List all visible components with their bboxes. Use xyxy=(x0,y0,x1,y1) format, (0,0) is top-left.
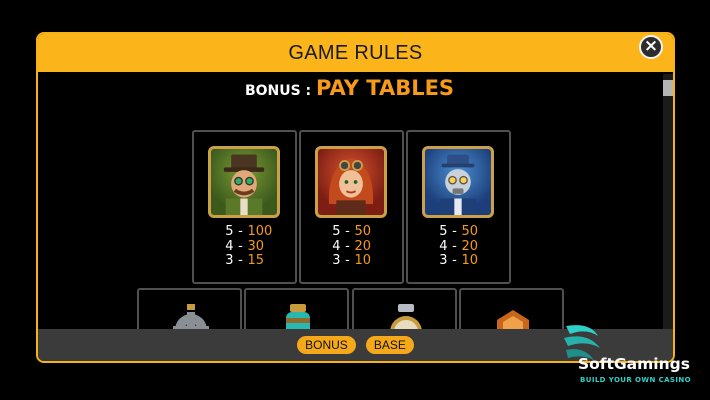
brand-tagline: BUILD YOUR OWN CASINO xyxy=(580,376,691,384)
payout-value: 100 xyxy=(247,224,273,239)
symbol-count: 5 xyxy=(225,224,234,239)
brand-watermark: SoftGamings BUILD YOUR OWN CASINO xyxy=(556,320,706,390)
payout-row: 4-30 xyxy=(194,239,295,254)
payout-value: 20 xyxy=(354,238,372,254)
scrollbar[interactable] xyxy=(663,74,673,329)
section-heading: BONUS : PAY TABLES xyxy=(38,76,661,100)
close-icon[interactable]: × xyxy=(639,35,663,59)
payout-row: 4-20 xyxy=(301,239,402,254)
symbol-count: 3 xyxy=(225,253,234,268)
modal-header: GAME RULES × xyxy=(38,34,673,72)
dash: - xyxy=(345,238,350,254)
payout-list: 5-100 4-30 3-15 xyxy=(194,224,295,268)
paytable-tile-3: 5-50 4-20 3-10 xyxy=(406,130,511,284)
game-rules-modal: GAME RULES × BONUS : PAY TABLES 5-100 4-… xyxy=(36,32,675,363)
dash: - xyxy=(452,253,457,268)
symbol-count: 3 xyxy=(332,253,341,268)
dash: - xyxy=(238,238,243,254)
payout-row: 4-20 xyxy=(408,239,509,254)
dash: - xyxy=(238,224,243,239)
dash: - xyxy=(452,238,457,254)
payout-row: 5-100 xyxy=(194,224,295,239)
payout-row: 5-50 xyxy=(301,224,402,239)
brand-name: SoftGamings xyxy=(578,355,690,373)
payout-value: 30 xyxy=(247,238,265,254)
payout-row: 5-50 xyxy=(408,224,509,239)
steampunk-robot-icon xyxy=(422,146,494,218)
dash: - xyxy=(238,253,243,268)
dash: - xyxy=(345,253,350,268)
payout-row: 3-10 xyxy=(408,253,509,268)
heading-main: PAY TABLES xyxy=(316,76,455,100)
modal-title: GAME RULES xyxy=(288,41,423,64)
payout-row: 3-15 xyxy=(194,253,295,268)
steampunk-gentleman-icon xyxy=(208,146,280,218)
base-tab-button[interactable]: BASE xyxy=(365,336,414,354)
paytable-tile-2: 5-50 4-20 3-10 xyxy=(299,130,404,284)
heading-prefix: BONUS : xyxy=(244,83,317,99)
symbol-count: 4 xyxy=(225,238,234,254)
scrollbar-thumb[interactable] xyxy=(663,80,673,96)
dash: - xyxy=(345,224,350,239)
payout-value: 15 xyxy=(247,253,265,268)
symbol-count: 4 xyxy=(332,238,341,254)
bonus-tab-button[interactable]: BONUS xyxy=(297,336,356,354)
dash: - xyxy=(452,224,457,239)
paytable-tile-1: 5-100 4-30 3-15 xyxy=(192,130,297,284)
symbol-count: 3 xyxy=(439,253,448,268)
symbol-count: 4 xyxy=(439,238,448,254)
payout-value: 10 xyxy=(354,253,372,268)
payout-list: 5-50 4-20 3-10 xyxy=(408,224,509,268)
payout-value: 20 xyxy=(461,238,479,254)
payout-value: 50 xyxy=(354,224,372,239)
payout-value: 50 xyxy=(461,224,479,239)
steampunk-lady-icon xyxy=(315,146,387,218)
payout-list: 5-50 4-20 3-10 xyxy=(301,224,402,268)
payout-row: 3-10 xyxy=(301,253,402,268)
payout-value: 10 xyxy=(461,253,479,268)
symbol-count: 5 xyxy=(439,224,448,239)
symbol-count: 5 xyxy=(332,224,341,239)
